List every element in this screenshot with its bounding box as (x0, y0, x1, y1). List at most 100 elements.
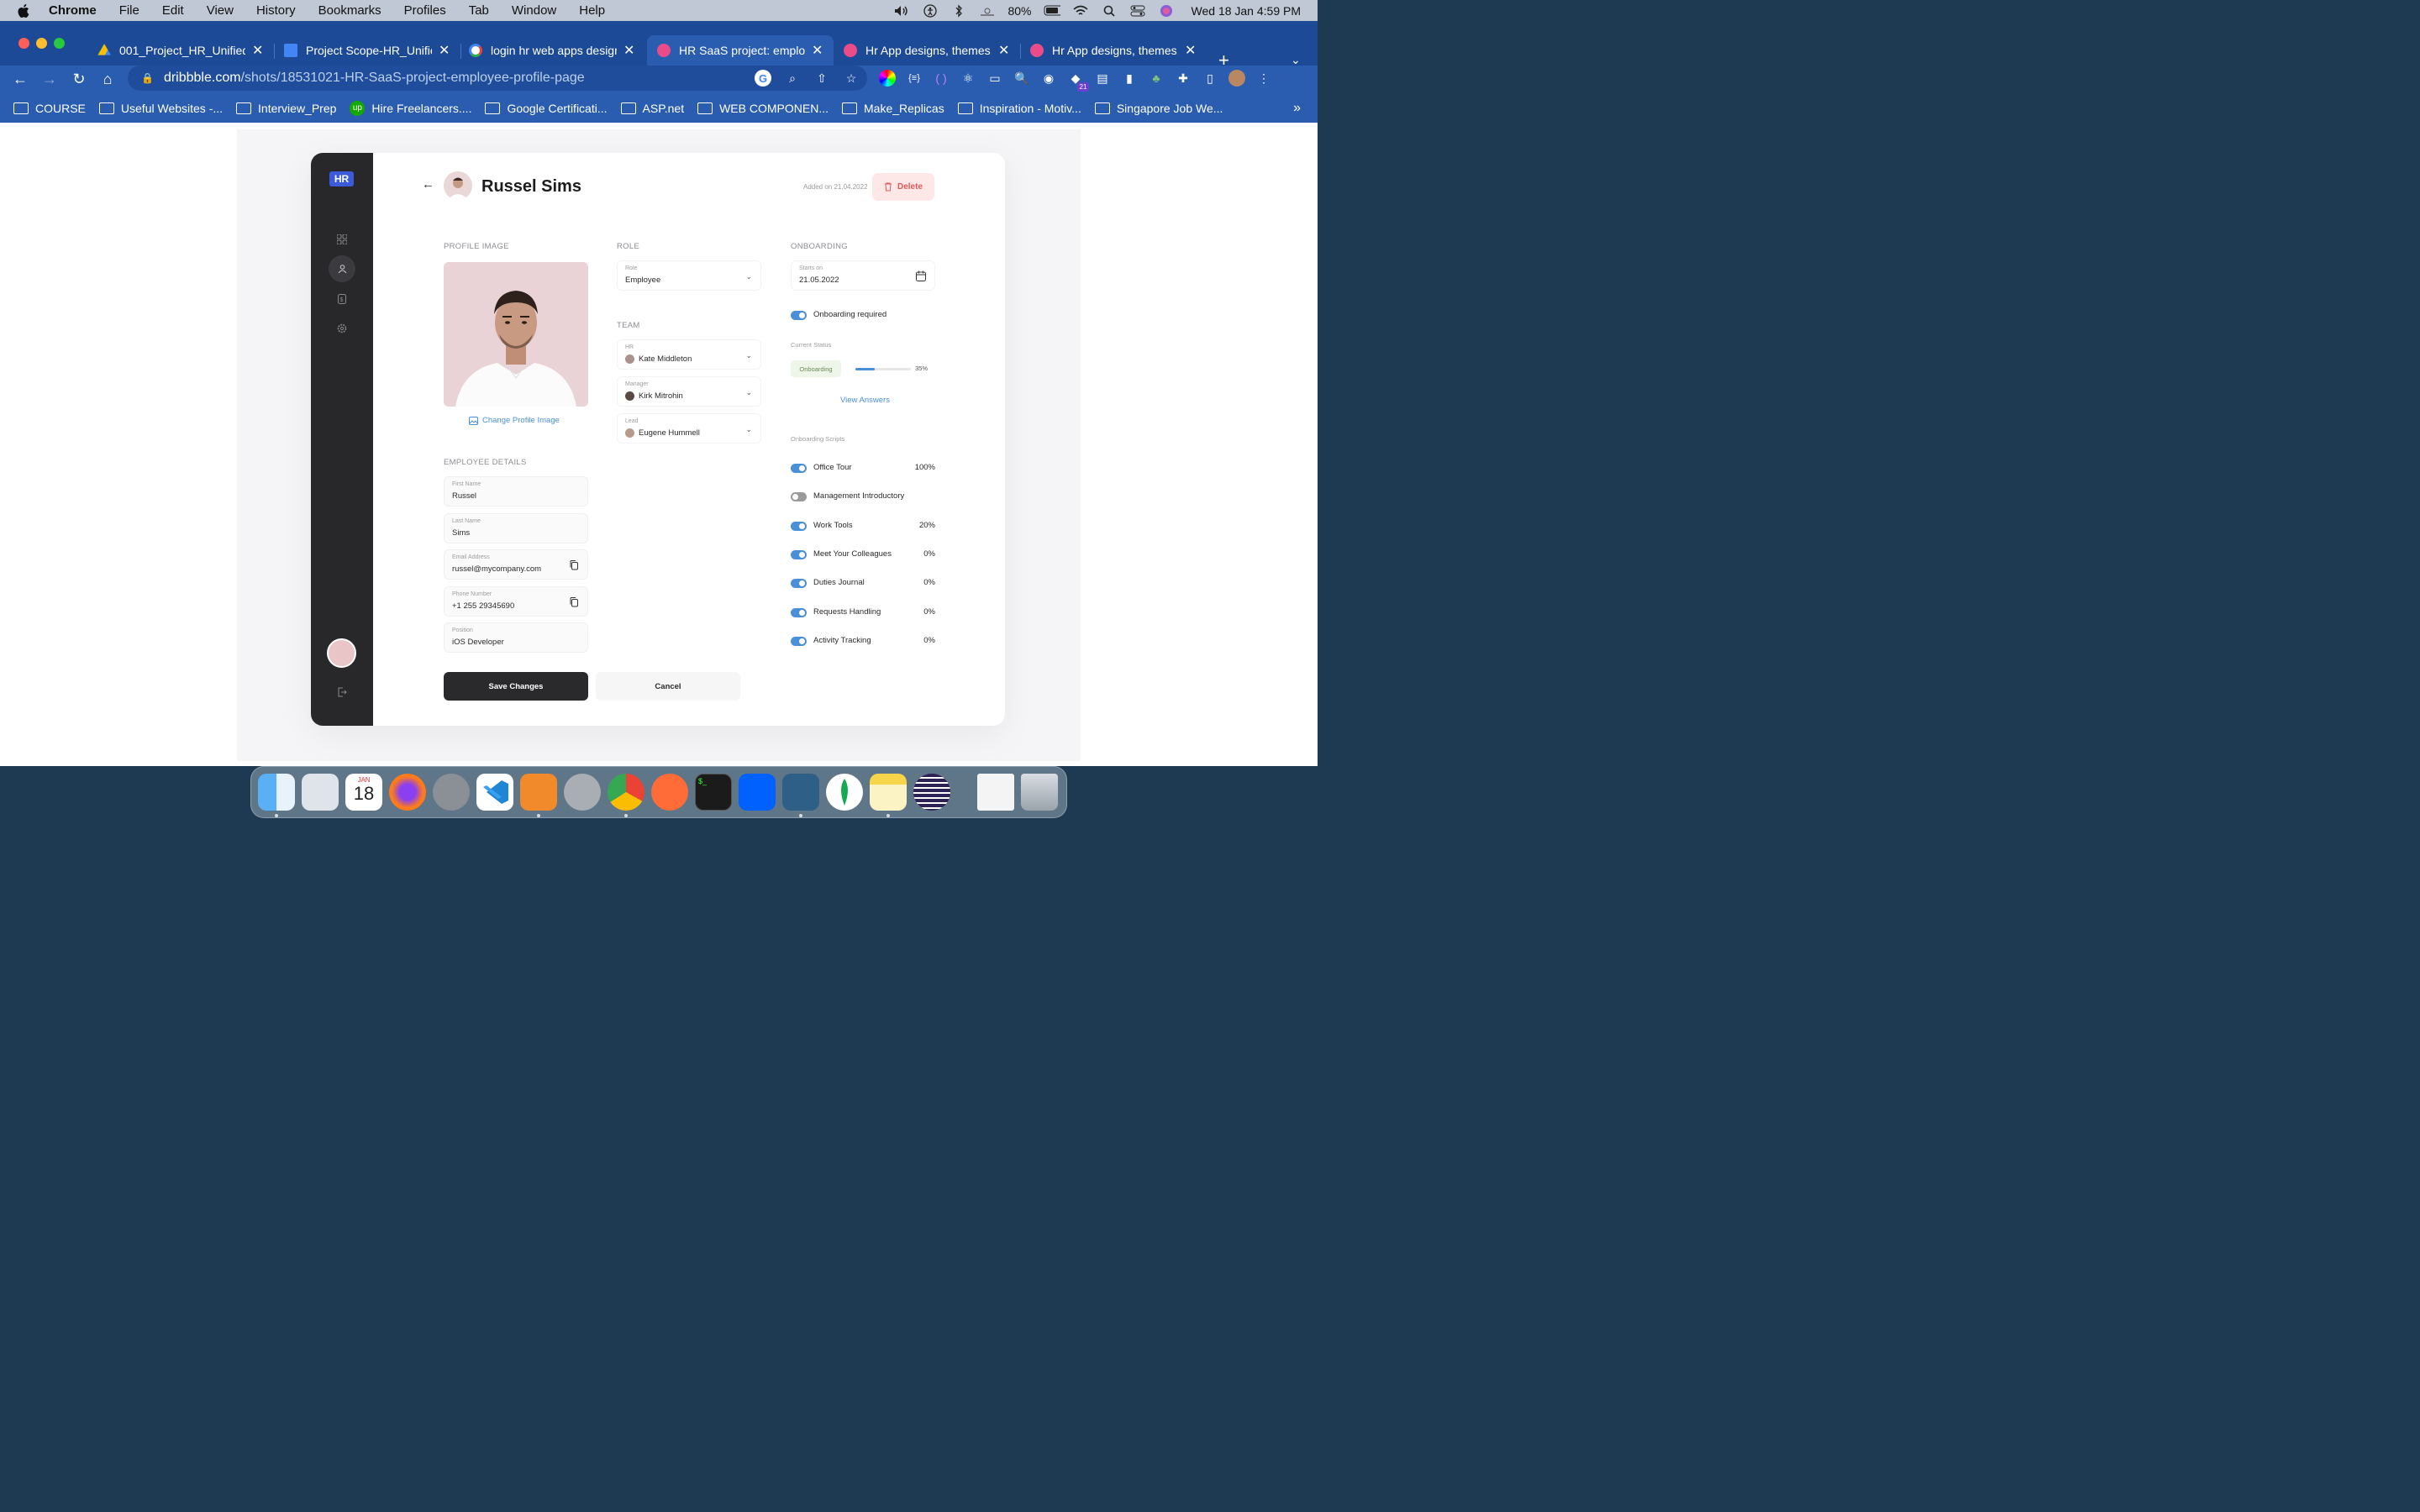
cancel-button[interactable]: Cancel (596, 672, 740, 701)
menu-app-name[interactable]: Chrome (49, 3, 97, 18)
close-tab-icon[interactable]: ✕ (623, 42, 634, 59)
weather-icon[interactable] (979, 4, 996, 18)
eclipse-icon[interactable] (913, 774, 950, 811)
menu-view[interactable]: View (207, 3, 234, 18)
bookmark-folder[interactable]: Make_Replicas (842, 102, 944, 115)
react-devtools-icon[interactable]: ⚛ (960, 70, 976, 87)
close-window-button[interactable] (18, 38, 29, 49)
menu-history[interactable]: History (256, 3, 296, 18)
battery-icon[interactable] (1044, 4, 1060, 18)
postman-icon[interactable] (651, 774, 688, 811)
change-profile-image-link[interactable]: Change Profile Image (469, 416, 560, 425)
bookmark-folder[interactable]: WEB COMPONEN... (697, 102, 829, 115)
reload-icon[interactable]: ↻ (70, 71, 88, 88)
back-arrow-icon[interactable]: ← (11, 71, 29, 88)
vscode-icon[interactable] (476, 774, 513, 811)
menu-tab[interactable]: Tab (469, 3, 489, 18)
google-lens-icon[interactable]: G (755, 70, 771, 87)
close-tab-icon[interactable]: ✕ (252, 42, 263, 59)
forward-arrow-icon[interactable]: → (40, 71, 59, 88)
email-field[interactable]: Email Address russel@mycompany.com (444, 549, 588, 580)
documents-icon[interactable] (977, 774, 1014, 811)
view-answers-link[interactable]: View Answers (840, 396, 890, 405)
apple-icon[interactable] (17, 3, 32, 18)
trash-icon[interactable] (1021, 774, 1058, 811)
role-select[interactable]: Role Employee ⌄ (617, 260, 761, 291)
chrome-icon[interactable] (608, 774, 644, 811)
maximize-window-button[interactable] (54, 38, 65, 49)
zoom-icon[interactable]: ⌕ (784, 70, 801, 87)
menubar-datetime[interactable]: Wed 18 Jan 4:59 PM (1192, 4, 1301, 18)
browser-tab[interactable]: 001_Project_HR_Unified ✕ (87, 35, 275, 66)
menu-profiles[interactable]: Profiles (404, 3, 446, 18)
wifi-icon[interactable] (1072, 4, 1089, 18)
menu-edit[interactable]: Edit (162, 3, 184, 18)
calendar-icon[interactable]: JAN 18 (345, 774, 382, 811)
last-name-field[interactable]: Last Name Sims (444, 513, 588, 543)
json-extension-icon[interactable]: {≡} (906, 70, 923, 87)
lock-icon[interactable]: 🔒 (141, 72, 154, 84)
lead-select[interactable]: Lead Eugene Hummell ⌄ (617, 413, 761, 444)
browser-tab-active[interactable]: HR SaaS project: employ ✕ (647, 35, 834, 66)
bookmark-link[interactable]: up Hire Freelancers.... (350, 100, 471, 116)
sourcetree-icon[interactable] (520, 774, 557, 811)
camera-extension-icon[interactable]: ◉ (1040, 70, 1057, 87)
share-icon[interactable]: ⇧ (813, 70, 830, 87)
copy-icon[interactable] (569, 596, 579, 607)
profile-avatar-icon[interactable] (1228, 70, 1245, 87)
volume-icon[interactable] (893, 4, 910, 18)
dropbox-icon[interactable] (739, 774, 776, 811)
browser-tab[interactable]: login hr web apps design ✕ (460, 35, 647, 66)
chrome-menu-icon[interactable]: ⋮ (1255, 70, 1272, 87)
browser-tab[interactable]: Hr App designs, themes, ✕ (834, 35, 1021, 66)
regex-extension-icon[interactable]: ( ) (933, 70, 950, 87)
script-toggle-requests-handling[interactable] (791, 608, 807, 617)
calendar-icon[interactable] (916, 270, 926, 281)
spotlight-search-icon[interactable] (1101, 4, 1118, 18)
bookmark-folder[interactable]: COURSE (13, 102, 86, 115)
script-toggle-office-tour[interactable] (791, 464, 807, 473)
logout-icon[interactable] (334, 684, 350, 701)
tableplus-icon[interactable] (564, 774, 601, 811)
browser-tab[interactable]: Hr App designs, themes, ✕ (1020, 35, 1207, 66)
bookmark-folder[interactable]: Useful Websites -... (98, 102, 223, 115)
home-icon[interactable]: ⌂ (98, 71, 117, 88)
copy-icon[interactable] (569, 559, 579, 570)
search-extension-icon[interactable]: 🔍 (1013, 70, 1030, 87)
mongodb-compass-icon[interactable] (826, 774, 863, 811)
close-tab-icon[interactable]: ✕ (998, 42, 1009, 59)
close-tab-icon[interactable]: ✕ (1185, 42, 1196, 59)
control-center-icon[interactable] (1129, 4, 1146, 18)
notes-icon[interactable] (870, 774, 907, 811)
script-toggle-management-introductory[interactable] (791, 492, 807, 501)
mysql-workbench-icon[interactable] (782, 774, 819, 811)
script-toggle-meet-your-colleagues[interactable] (791, 550, 807, 559)
color-picker-extension-icon[interactable] (879, 70, 896, 87)
bookmark-folder[interactable]: ASP.net (620, 102, 684, 115)
menu-window[interactable]: Window (512, 3, 556, 18)
browser-tab[interactable]: Project Scope-HR_Unifie ✕ (274, 35, 461, 66)
first-name-field[interactable]: First Name Russel (444, 476, 588, 507)
finder-icon[interactable] (258, 774, 295, 811)
ruler-extension-icon[interactable]: ▤ (1094, 70, 1111, 87)
screenshot-extension-icon[interactable]: ▭ (986, 70, 1003, 87)
bookmark-folder[interactable]: Google Certificati... (485, 102, 608, 115)
script-toggle-duties-journal[interactable] (791, 579, 807, 588)
onboarding-required-toggle[interactable] (791, 311, 807, 320)
bookmark-folder[interactable]: Inspiration - Motiv... (957, 102, 1081, 115)
phone-field[interactable]: Phone Number +1 255 29345690 (444, 586, 588, 617)
user-avatar[interactable] (327, 638, 356, 668)
firefox-icon[interactable] (389, 774, 426, 811)
hr-select[interactable]: HR Kate Middleton ⌄ (617, 339, 761, 370)
bluetooth-icon[interactable] (950, 3, 967, 18)
save-changes-button[interactable]: Save Changes (444, 672, 588, 701)
accessibility-icon[interactable] (922, 3, 939, 18)
siri-icon[interactable] (1158, 4, 1175, 18)
manager-select[interactable]: Manager Kirk Mitrohin ⌄ (617, 376, 761, 407)
script-toggle-activity-tracking[interactable] (791, 637, 807, 646)
minimize-window-button[interactable] (36, 38, 47, 49)
close-tab-icon[interactable]: ✕ (439, 42, 450, 59)
dashboard-grid-icon[interactable] (334, 231, 350, 248)
settings-gear-icon[interactable] (334, 320, 350, 337)
menu-file[interactable]: File (119, 3, 139, 18)
